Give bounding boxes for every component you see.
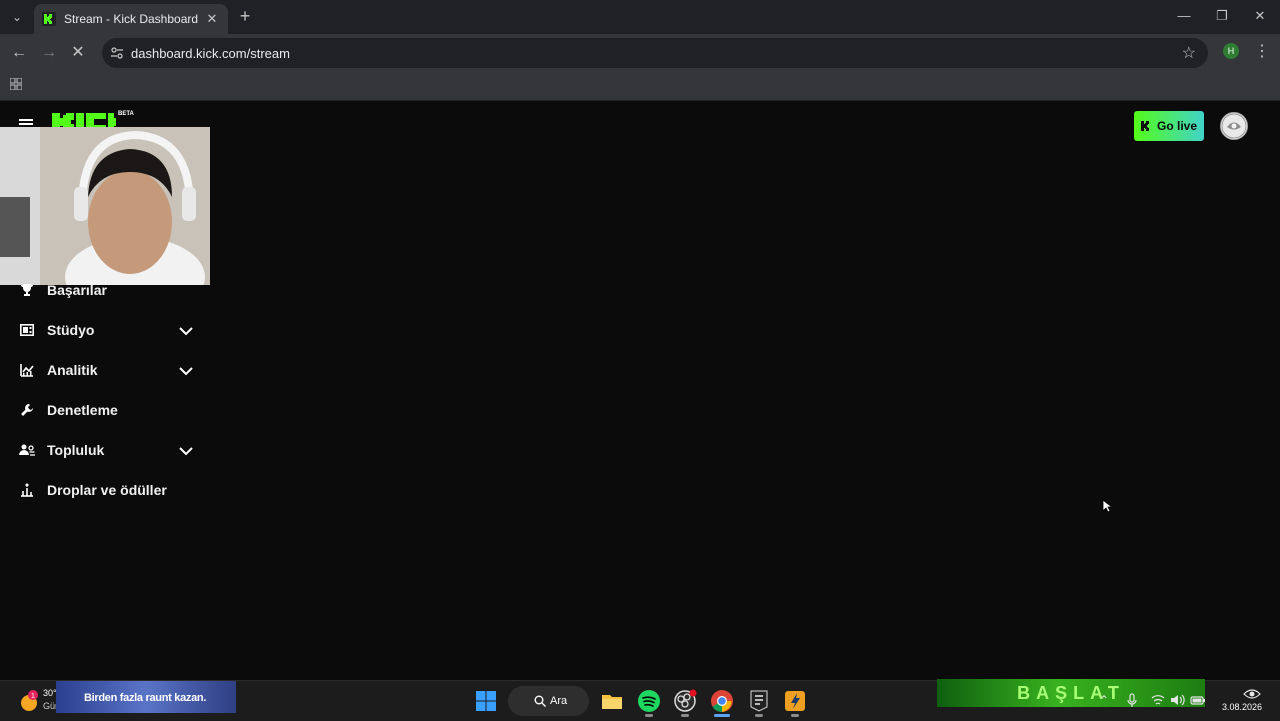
close-window-button[interactable]: ✕ [1250,8,1270,26]
news-widget[interactable]: Birden fazla raunt kazan. [56,681,236,713]
sidebar-item-topluluk[interactable]: Topluluk [19,439,104,461]
url-text: dashboard.kick.com/stream [131,46,290,61]
taskbar-search[interactable]: Ara [508,686,589,716]
wrench-icon [19,402,35,418]
taskbar-running-indicator [645,714,653,717]
battery-icon[interactable] [1190,692,1206,708]
obs-icon[interactable] [673,689,697,713]
beta-badge: BETA [118,111,134,117]
tab-title: Stream - Kick Dashboard [64,12,199,26]
windows-start-icon[interactable] [475,690,497,712]
taskbar-active-indicator [714,714,730,717]
spotify-icon[interactable] [637,689,661,713]
site-settings-icon[interactable] [110,46,124,60]
notification-eye-icon[interactable] [1243,686,1261,702]
go-live-label: Go live [1156,119,1197,133]
chrome-icon[interactable] [710,689,734,713]
taskbar-running-indicator [755,714,763,717]
sidebar-item-denetleme[interactable]: Denetleme [19,399,118,421]
back-icon[interactable]: ← [9,43,29,63]
profile-avatar[interactable]: H [1223,43,1239,59]
drops-icon [19,482,35,498]
taskbar-running-indicator [791,714,799,717]
new-tab-button[interactable]: + [236,7,254,25]
browser-menu-icon[interactable]: ⋮ [1254,42,1270,62]
sidebar-item-label: Denetleme [47,402,118,418]
tab-search-button[interactable]: ⌄ [6,6,28,28]
sidebar-item-droplar[interactable]: Droplar ve ödüller [19,479,167,501]
search-icon [534,695,546,707]
counter-strike-icon[interactable] [783,689,807,713]
close-tab-icon[interactable]: ✕ [204,11,220,27]
minimize-button[interactable]: — [1174,8,1194,26]
stop-loading-icon[interactable]: ✕ [68,43,88,63]
studio-icon [19,322,35,338]
sidebar-item-studyo[interactable]: Stüdyo [19,319,94,341]
sidebar-item-label: Başarılar [47,282,107,298]
kick-favicon-icon [42,12,56,26]
user-avatar-icon[interactable] [1220,112,1248,140]
search-label: Ara [550,695,568,707]
tray-overflow-chevron-icon[interactable]: ⌃ [1096,692,1112,708]
browser-tab-active[interactable]: Stream - Kick Dashboard ✕ [34,4,228,34]
weather-badge: 1 [31,693,35,700]
analytics-icon [19,362,35,378]
weather-sun-icon[interactable]: 1 [18,690,40,712]
windows-taskbar: 1 30°C Güneşli Birden fazla raunt kazan.… [0,679,1280,721]
taskbar-running-indicator [681,714,689,717]
epic-games-icon[interactable] [747,689,771,713]
webcam-person-image [0,127,210,285]
bookmarks-bar [0,72,1280,101]
chevron-down-icon[interactable] [179,366,193,376]
forward-icon[interactable]: → [39,43,59,63]
restore-button[interactable]: ❐ [1212,8,1232,26]
sidebar-item-label: Droplar ve ödüller [47,482,167,498]
sidebar-item-analitik[interactable]: Analitik [19,359,98,381]
wifi-icon[interactable] [1150,692,1166,708]
apps-grid-icon[interactable] [10,78,22,90]
go-live-button[interactable]: Go live [1134,111,1204,141]
sidebar-item-basarilar[interactable]: Başarılar [19,279,107,301]
chevron-down-icon[interactable] [179,446,193,456]
address-bar[interactable]: dashboard.kick.com/stream ☆ [102,38,1208,68]
microphone-icon[interactable] [1124,692,1140,708]
sidebar-item-label: Analitik [47,362,98,378]
sidebar-item-label: Stüdyo [47,322,95,338]
volume-icon[interactable] [1169,692,1185,708]
kick-k-icon [1140,121,1149,131]
news-text: Birden fazla raunt kazan. [84,692,207,704]
sidebar-item-label: Topluluk [47,442,105,458]
file-explorer-icon[interactable] [600,689,624,713]
community-icon [19,442,35,458]
browser-toolbar: ← → ✕ dashboard.kick.com/stream ☆ H ⋮ [0,34,1280,72]
taskbar-date[interactable]: 3.08.2026 [1222,702,1262,712]
mouse-cursor-icon [1102,499,1112,513]
trophy-icon [19,282,35,298]
bookmark-star-icon[interactable]: ☆ [1182,43,1196,63]
browser-tab-strip: ⌄ Stream - Kick Dashboard ✕ + — ❐ ✕ [0,0,1280,34]
dashboard-page: BETA Go live Başarılar Stüdyo Analitik D… [0,101,1280,679]
chevron-down-icon[interactable] [179,326,193,336]
webcam-overlay [0,127,210,285]
